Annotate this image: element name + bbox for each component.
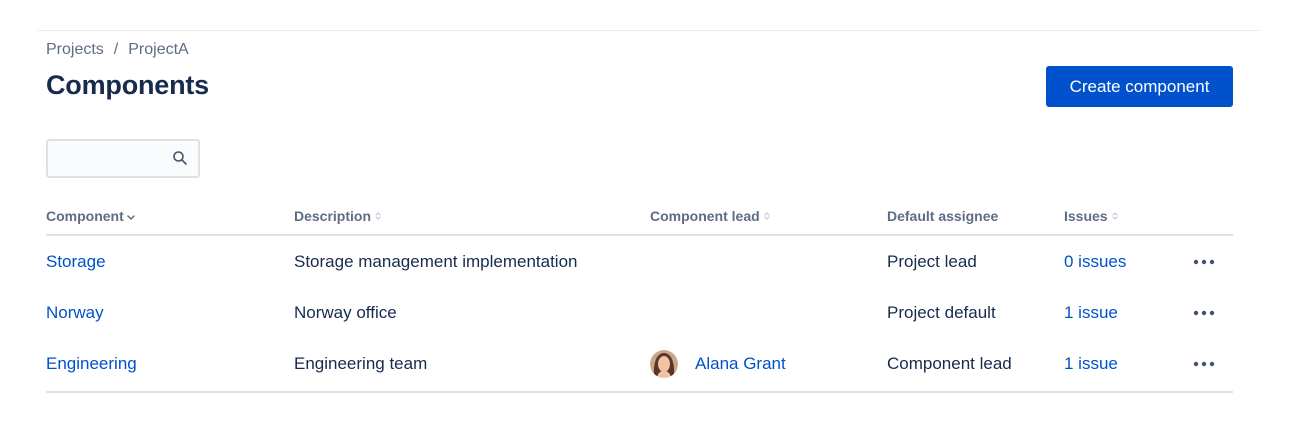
table-row: Storage Storage management implementatio… (46, 236, 1233, 287)
header-component[interactable]: Component (46, 208, 135, 224)
header-component-lead-label: Component lead (650, 208, 760, 224)
sort-icon (764, 212, 770, 220)
table-bottom-divider (46, 391, 1233, 393)
more-icon (1193, 361, 1215, 366)
more-actions-button[interactable] (1189, 338, 1219, 389)
user-avatar-icon (650, 349, 678, 378)
breadcrumb: Projects / ProjectA (46, 41, 189, 59)
table-row: Engineering Engineering team Alana Grant… (46, 338, 1233, 389)
header-issues[interactable]: Issues (1064, 208, 1119, 224)
search-field[interactable] (46, 139, 200, 178)
description-cell: Norway office (294, 302, 397, 322)
more-icon (1193, 310, 1215, 315)
issues-link[interactable]: 1 issue (1064, 303, 1118, 323)
search-icon[interactable] (172, 150, 188, 166)
breadcrumb-separator: / (113, 41, 119, 58)
component-lead-cell: Alana Grant (650, 338, 786, 389)
issues-link[interactable]: 1 issue (1064, 354, 1118, 374)
component-link[interactable]: Engineering (46, 354, 137, 374)
top-divider (38, 30, 1260, 31)
breadcrumb-project-link[interactable]: ProjectA (128, 41, 188, 59)
page-title: Components (46, 70, 209, 100)
default-assignee-cell: Project default (887, 302, 996, 322)
table-row: Norway Norway office Project default 1 i… (46, 287, 1233, 338)
component-link[interactable]: Norway (46, 303, 104, 323)
more-icon (1193, 259, 1215, 264)
description-cell: Engineering team (294, 353, 428, 373)
header-description-label: Description (294, 208, 372, 224)
default-assignee-cell: Project lead (887, 251, 977, 271)
sort-descending-icon (127, 215, 135, 220)
sort-icon (1111, 212, 1118, 220)
table-header: Component Description Component lead Def… (46, 200, 1233, 236)
avatar[interactable] (650, 349, 678, 378)
header-component-label: Component (46, 208, 124, 224)
header-default-assignee-label: Default assignee (887, 208, 999, 224)
create-component-button[interactable]: Create component (1046, 66, 1233, 107)
breadcrumb-projects-link[interactable]: Projects (46, 41, 104, 59)
header-default-assignee: Default assignee (887, 208, 998, 224)
default-assignee-cell: Component lead (887, 353, 1012, 373)
header-description[interactable]: Description (294, 208, 382, 224)
components-table: Component Description Component lead Def… (46, 200, 1233, 393)
more-actions-button[interactable] (1189, 236, 1219, 287)
header-component-lead[interactable]: Component lead (650, 208, 771, 224)
search-input[interactable] (54, 147, 168, 171)
header-issues-label: Issues (1064, 208, 1108, 224)
component-lead-link[interactable]: Alana Grant (695, 354, 786, 374)
component-link[interactable]: Storage (46, 252, 106, 272)
description-cell: Storage management implementation (294, 251, 578, 271)
sort-icon (375, 212, 381, 220)
more-actions-button[interactable] (1189, 287, 1219, 338)
issues-link[interactable]: 0 issues (1064, 252, 1126, 272)
